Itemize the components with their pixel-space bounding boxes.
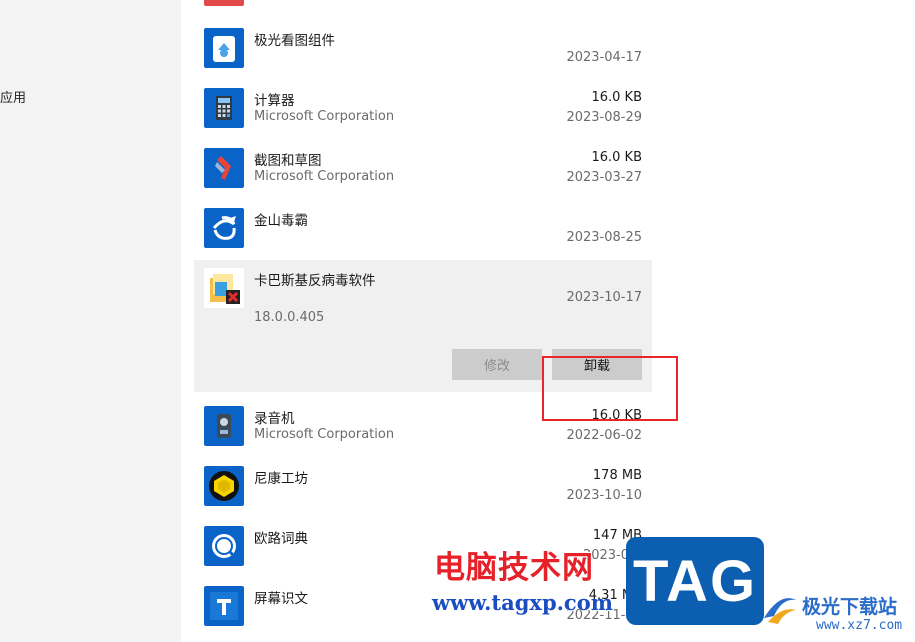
app-row[interactable]: 录音机 Microsoft Corporation 16.0 KB 2022-0…	[194, 398, 652, 458]
watermark-url: www.tagxp.com	[432, 590, 613, 615]
uninstall-button[interactable]: 卸载	[552, 349, 642, 380]
app-date: 2022-06-02	[566, 428, 642, 443]
watermark-logo-text: 极光下载站	[802, 596, 898, 618]
app-name: 录音机	[254, 411, 295, 427]
nav-item-apps-label[interactable]: 应用	[0, 87, 26, 106]
watermark-tag-logo: TAG	[626, 537, 764, 625]
calculator-icon	[204, 88, 244, 128]
aurora-logo-icon	[760, 590, 800, 630]
app-name: 计算器	[254, 93, 295, 109]
modify-button[interactable]: 修改	[452, 349, 542, 380]
watermark-cn-text: 电脑技术网	[434, 550, 594, 586]
snip-sketch-icon	[204, 148, 244, 188]
app-size: 16.0 KB	[591, 90, 642, 105]
app-date: 2023-08-25	[566, 230, 642, 245]
app-publisher: Microsoft Corporation	[254, 427, 395, 442]
app-date: 2023-03-27	[566, 170, 642, 185]
kingsoft-antivirus-icon	[204, 208, 244, 248]
recycle-photo-icon	[204, 28, 244, 68]
app-date: 2023-08-29	[566, 110, 642, 125]
nikon-icon	[204, 466, 244, 506]
app-row[interactable]: 尼康工坊 178 MB 2023-10-10	[194, 458, 652, 518]
app-name: 极光看图组件	[254, 33, 335, 49]
app-row[interactable]: 极光看图组件 2023-04-17	[194, 20, 652, 80]
settings-nav-pane: 应用	[0, 0, 181, 642]
app-name: 卡巴斯基反病毒软件	[254, 273, 376, 289]
app-date: 2023-10-17	[566, 290, 642, 305]
app-publisher: Microsoft Corporation	[254, 169, 395, 184]
app-row[interactable]: 计算器 Microsoft Corporation 16.0 KB 2023-0…	[194, 80, 652, 140]
app-size: 178 MB	[592, 468, 642, 483]
red-app-icon	[204, 0, 244, 6]
watermark-site-logo: 极光下载站 www.xz7.com	[760, 586, 915, 642]
app-name: 截图和草图	[254, 153, 322, 169]
app-size: 16.0 KB	[591, 408, 642, 423]
app-name: 金山毒霸	[254, 213, 308, 229]
app-date: 2023-04-17	[566, 0, 642, 3]
app-name: 欧路词典	[254, 531, 308, 547]
app-publisher: Microsoft Corporation	[254, 109, 395, 124]
eudic-icon	[204, 526, 244, 566]
app-name: 尼康工坊	[254, 471, 308, 487]
screen-ocr-icon	[204, 586, 244, 626]
app-row[interactable]: 截图和草图 Microsoft Corporation 16.0 KB 2023…	[194, 140, 652, 200]
app-date: 2023-10-10	[566, 488, 642, 503]
kaspersky-icon	[204, 268, 244, 308]
app-date: 2023-04-17	[566, 50, 642, 65]
voice-recorder-icon	[204, 406, 244, 446]
app-row[interactable]: 2023-04-17	[194, 0, 652, 18]
app-row[interactable]: 金山毒霸 2023-08-25	[194, 200, 652, 260]
app-size: 16.0 KB	[591, 150, 642, 165]
app-version: 18.0.0.405	[254, 310, 325, 325]
app-name: 屏幕识文	[254, 591, 308, 607]
app-row-selected[interactable]: 卡巴斯基反病毒软件 2023-10-17 18.0.0.405 修改 卸载	[194, 260, 652, 392]
watermark-logo-url: www.xz7.com	[816, 618, 903, 633]
